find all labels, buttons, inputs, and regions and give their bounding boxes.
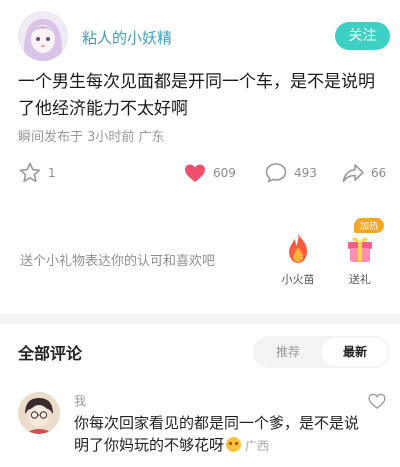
like-count: 609 <box>213 166 236 180</box>
send-gift-label: 送礼 <box>349 273 371 286</box>
comment-body: 你每次回家看见的都是同一个爹，是不是说明了你妈玩的不够花呀 <box>74 414 360 454</box>
gift-box-icon <box>345 237 375 268</box>
favorite-action[interactable]: 1 <box>18 160 56 186</box>
comment-action[interactable]: 493 <box>264 160 317 186</box>
section-divider <box>0 314 400 324</box>
sort-latest-tab[interactable]: 最新 <box>322 338 388 366</box>
kiss-emoji-icon <box>226 437 242 452</box>
comment-bubble-icon <box>264 161 288 185</box>
post-text: 一个男生每次见面都是开同一个车，是不是说明了他经济能力不太好啊 <box>18 72 375 119</box>
like-action[interactable]: 609 <box>183 160 236 186</box>
comments-title: 全部评论 <box>18 344 83 363</box>
post-meta: 瞬间发布于 3小时前 广东 <box>18 130 165 145</box>
author-avatar[interactable] <box>18 11 68 61</box>
commenter-name[interactable]: 我 <box>74 392 86 409</box>
share-arrow-icon <box>341 161 365 185</box>
comment-text: 你每次回家看见的都是同一个爹，是不是说明了你妈玩的不够花呀 广西 <box>74 412 364 457</box>
flame-icon <box>283 233 313 268</box>
fire-gift-button[interactable]: 小火苗 <box>273 232 323 287</box>
comment-count: 493 <box>294 166 317 180</box>
gift-prompt: 送个小礼物表达你的认可和喜欢吧 <box>20 254 216 269</box>
comment-location: 广西 <box>245 439 270 453</box>
comment-like-heart-icon[interactable] <box>367 391 387 415</box>
send-gift-button[interactable]: 送礼 <box>335 232 385 287</box>
heart-icon <box>183 161 207 185</box>
comment-sort-toggle: 推荐 最新 <box>253 336 390 368</box>
author-name[interactable]: 粘人的小妖精 <box>82 27 172 48</box>
favorite-count: 1 <box>48 166 56 180</box>
star-icon <box>18 161 42 185</box>
share-count: 66 <box>371 166 387 180</box>
share-action[interactable]: 66 <box>341 160 386 186</box>
commenter-avatar[interactable] <box>18 392 60 434</box>
post-header: 粘人的小妖精 关注 <box>0 0 400 70</box>
follow-button[interactable]: 关注 <box>335 22 390 50</box>
heat-badge: 加热 <box>354 218 385 233</box>
sort-recommended-tab[interactable]: 推荐 <box>255 336 321 368</box>
fire-gift-label: 小火苗 <box>281 273 315 286</box>
